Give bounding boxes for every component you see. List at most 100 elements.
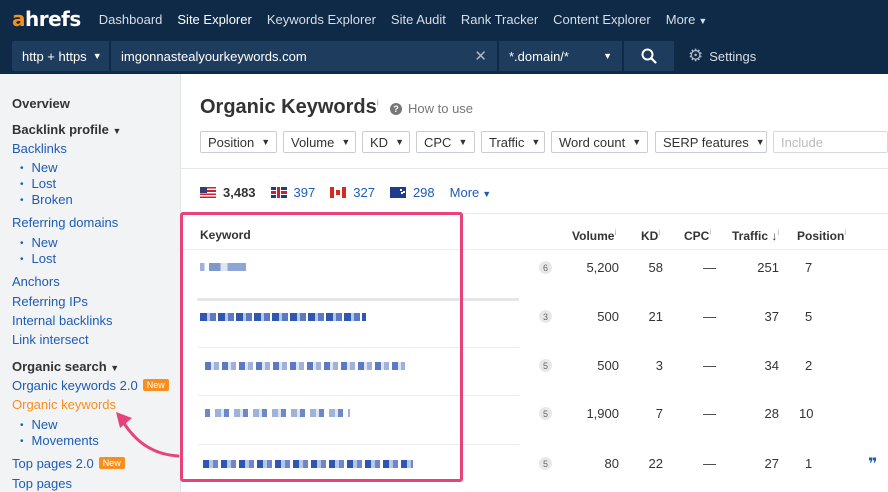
kd-cell: 58: [648, 260, 663, 275]
column-header-position[interactable]: Positioni: [797, 228, 846, 243]
sidebar-top-pages[interactable]: Top pages: [12, 476, 72, 491]
how-to-use-link[interactable]: ? How to use: [390, 101, 473, 116]
header-label: Traffic: [732, 229, 769, 243]
caret-down-icon: ▼: [112, 126, 122, 136]
country-tab-ca[interactable]: 327: [330, 185, 375, 200]
divider: [181, 168, 888, 169]
nav-rank-tracker[interactable]: Rank Tracker: [461, 12, 538, 27]
australia-flag-icon: [389, 187, 406, 198]
sidebar-internal-backlinks[interactable]: Internal backlinks: [12, 313, 112, 328]
sidebar-backlinks[interactable]: Backlinks: [12, 141, 67, 156]
sidebar-backlinks-new[interactable]: New: [20, 160, 58, 175]
filter-label: KD: [370, 134, 389, 150]
include-input[interactable]: Include: [773, 131, 888, 153]
url-input[interactable]: imgonnastealyourkeywords.com ✕: [111, 41, 497, 71]
caret-down-icon: ▼: [341, 137, 351, 147]
country-tab-au[interactable]: 298: [389, 185, 435, 200]
page-title-text: Organic Keywords: [200, 96, 377, 118]
country-tab-gb[interactable]: 397: [270, 185, 316, 200]
column-header-volume[interactable]: Volumei: [572, 228, 616, 243]
caret-down-icon: ▼: [110, 363, 120, 373]
nav-content-explorer[interactable]: Content Explorer: [553, 12, 651, 27]
nav-keywords-explorer[interactable]: Keywords Explorer: [267, 12, 376, 27]
volume-cell: 1,900: [586, 406, 619, 421]
filter-volume[interactable]: Volume ▼: [283, 131, 356, 153]
caret-down-icon: ▼: [632, 137, 642, 147]
sidebar-ok-movements[interactable]: Movements: [20, 433, 99, 448]
sidebar-section-label: Organic search: [12, 359, 107, 374]
column-header-traffic[interactable]: Traffic ↓i: [732, 228, 779, 243]
filter-kd[interactable]: KD ▼: [362, 131, 410, 153]
mode-select[interactable]: *.domain/* ▼: [499, 41, 622, 71]
sidebar-referring-ips[interactable]: Referring IPs: [12, 294, 88, 309]
sidebar-anchors[interactable]: Anchors: [12, 274, 60, 289]
uk-flag-icon: [270, 187, 287, 198]
countries-more-button[interactable]: More ▼: [450, 185, 492, 200]
cpc-cell: —: [703, 260, 716, 275]
sidebar-rd-new[interactable]: New: [20, 235, 58, 250]
sidebar-item-label: Top pages 2.0: [12, 456, 94, 471]
position-cell: 2: [805, 358, 813, 373]
sidebar-backlink-profile[interactable]: Backlink profile ▼: [12, 122, 121, 137]
clear-icon[interactable]: ✕: [474, 47, 487, 65]
caret-down-icon: ▼: [698, 15, 708, 26]
info-icon: i: [844, 228, 847, 237]
include-placeholder: Include: [781, 134, 823, 150]
country-tabs: 3,483 397 327 298 More ▼: [200, 185, 491, 200]
traffic-cell: 28: [764, 406, 779, 421]
settings-button[interactable]: ⚙ Settings: [688, 46, 756, 66]
sidebar-section-label: Backlink profile: [12, 122, 109, 137]
canada-flag-icon: [330, 187, 347, 198]
nav-more[interactable]: More ▼: [666, 12, 708, 27]
cpc-cell: —: [703, 358, 716, 373]
volume-cell: 500: [597, 309, 619, 324]
protocol-select[interactable]: http + https ▼: [12, 41, 109, 71]
cpc-cell: —: [703, 406, 716, 421]
us-flag-icon: [200, 187, 216, 198]
serp-features-count: 5: [539, 457, 552, 470]
top-navigation: ahrefs Dashboard Site Explorer Keywords …: [0, 0, 888, 38]
keyword-highlight-box: [180, 212, 463, 482]
header-label: Volume: [572, 229, 615, 243]
serp-features-count: 3: [539, 310, 552, 323]
traffic-cell: 27: [764, 456, 779, 471]
sidebar-backlinks-broken[interactable]: Broken: [20, 192, 73, 207]
filter-serp-features[interactable]: SERP features ▼: [655, 131, 767, 153]
sidebar-organic-search[interactable]: Organic search ▼: [12, 359, 119, 374]
gear-icon: ⚙: [688, 46, 704, 65]
country-count: 327: [353, 185, 375, 200]
position-cell: 5: [805, 309, 813, 324]
filter-position[interactable]: Position ▼: [200, 131, 277, 153]
settings-label: Settings: [709, 48, 757, 64]
country-count: 3,483: [223, 185, 256, 200]
sidebar-backlinks-lost[interactable]: Lost: [20, 176, 57, 191]
sidebar-top-pages-2[interactable]: Top pages 2.0 New: [12, 456, 125, 471]
nav-site-audit[interactable]: Site Audit: [391, 12, 446, 27]
column-header-kd[interactable]: KDi: [641, 228, 660, 243]
filter-cpc[interactable]: CPC ▼: [416, 131, 475, 153]
caret-down-icon: ▼: [603, 51, 612, 61]
country-tab-us[interactable]: 3,483: [200, 185, 256, 200]
country-count: 397: [293, 185, 316, 200]
volume-cell: 500: [597, 358, 619, 373]
header-label: Position: [797, 229, 845, 243]
column-header-cpc[interactable]: CPCi: [684, 228, 711, 243]
kd-cell: 22: [648, 456, 663, 471]
search-button[interactable]: [624, 41, 674, 71]
filter-word-count[interactable]: Word count ▼: [551, 131, 648, 153]
sidebar-rd-lost[interactable]: Lost: [20, 251, 57, 266]
sidebar-organic-keywords[interactable]: Organic keywords: [12, 397, 116, 412]
sidebar-link-intersect[interactable]: Link intersect: [12, 332, 89, 347]
filter-traffic[interactable]: Traffic ▼: [481, 131, 545, 153]
ahrefs-logo[interactable]: ahrefs: [12, 7, 81, 31]
sidebar-ok-new[interactable]: New: [20, 417, 58, 432]
info-icon[interactable]: i: [377, 97, 379, 107]
nav-site-explorer[interactable]: Site Explorer: [177, 12, 251, 27]
sidebar-overview[interactable]: Overview: [12, 96, 70, 111]
quote-icon[interactable]: ❞: [868, 454, 877, 474]
sidebar-referring-domains[interactable]: Referring domains: [12, 215, 118, 230]
sidebar-organic-keywords-2[interactable]: Organic keywords 2.0 New: [12, 378, 169, 393]
caret-down-icon: ▼: [531, 137, 541, 147]
cpc-cell: —: [703, 309, 716, 324]
nav-dashboard[interactable]: Dashboard: [99, 12, 163, 27]
